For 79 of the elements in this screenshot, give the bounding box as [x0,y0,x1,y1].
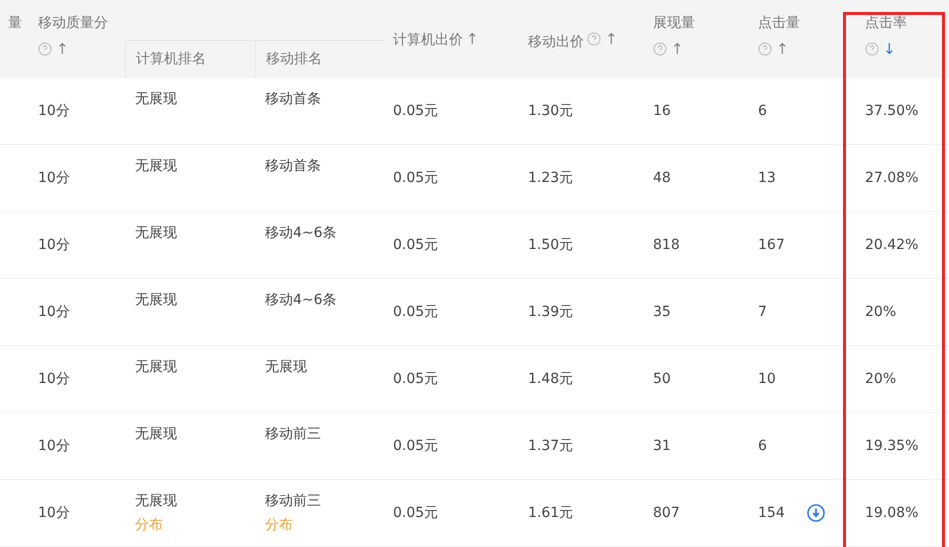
sort-button[interactable]: ↑ [671,40,684,58]
table-cell: 10 [758,371,776,387]
table-cell: 16 [653,103,671,119]
table-cell: 无展现 [135,157,177,175]
table-cell: 1.48元 [528,370,574,388]
table-cell: 20% [865,371,896,387]
table-cell: 0.05元 [393,437,438,455]
table-cell: 19.35% [865,438,918,454]
table-cell: 7 [758,304,767,320]
table-cell: 移动首条 [265,90,321,108]
help-icon[interactable] [587,32,601,46]
sort-button[interactable]: ↓ [883,40,896,58]
table-cell: 154 [758,505,785,521]
table-cell: 6 [758,103,767,119]
table-cell: 0.05元 [393,236,438,254]
table-cell: 1.30元 [528,102,574,120]
table-cell: 0.05元 [393,504,438,522]
help-icon[interactable] [758,42,772,56]
table-cell: 10分 [38,437,70,455]
table-cell: 无展现 [135,291,177,309]
table-cell: 27.08% [865,170,918,186]
column-header: 展现量 [653,14,696,32]
table-cell: 无展现 [135,358,177,376]
table-cell: 37.50% [865,103,918,119]
help-icon[interactable] [653,42,667,56]
table-cell: 无展现 [135,90,177,108]
table-cell: 19.08% [865,505,918,521]
table-cell: 35 [653,304,671,320]
table-cell: 167 [758,237,785,253]
download-icon[interactable] [806,504,825,522]
table-cell: 1.37元 [528,437,574,455]
column-header: 点击量 [758,14,801,32]
table-cell: 10分 [38,102,70,120]
table-cell: 无展现 [135,492,177,510]
table-cell: 10分 [38,236,70,254]
column-header: 点击率 [865,14,908,32]
table-cell: 1.23元 [528,169,574,187]
column-header: 移动排名 [255,41,385,78]
table-cell: 1.61元 [528,504,574,522]
distribution-link[interactable]: 分布 [265,516,293,534]
table-cell: 移动4~6条 [265,291,337,309]
table-cell: 1.39元 [528,303,574,321]
table-cell: 10分 [38,169,70,187]
table-cell: 10分 [38,303,70,321]
table-cell: 0.05元 [393,169,438,187]
table-cell: 1.50元 [528,236,574,254]
table-cell: 6 [758,438,767,454]
table-cell: 0.05元 [393,102,438,120]
column-header: 计算机排名 [125,41,255,78]
table-cell: 移动首条 [265,157,321,175]
table-cell: 13 [758,170,776,186]
table-cell: 10分 [38,370,70,388]
sort-button[interactable]: ↑ [466,30,479,48]
table-cell: 无展现 [135,425,177,443]
help-icon[interactable] [865,42,879,56]
table-cell: 移动前三 [265,492,321,510]
column-header: 移动质量分 [38,14,109,32]
table-cell: 807 [653,505,680,521]
table-cell: 48 [653,170,671,186]
column-header: 计算机出价 [393,32,463,48]
table-cell: 10分 [38,504,70,522]
table-cell: 20% [865,304,896,320]
table-cell: 50 [653,371,671,387]
sort-button[interactable]: ↑ [56,40,69,58]
column-header: 移动出价 [528,34,584,50]
table-cell: 0.05元 [393,303,438,321]
table-cell: 0.05元 [393,370,438,388]
sort-button[interactable]: ↑ [605,30,618,48]
table-cell: 818 [653,237,680,253]
column-header: 量 [8,14,23,32]
table-cell: 无展现 [135,224,177,242]
table-cell: 移动前三 [265,425,321,443]
sort-button[interactable]: ↑ [776,40,789,58]
help-icon[interactable] [38,42,52,56]
table-cell: 20.42% [865,237,918,253]
table-cell: 无展现 [265,358,307,376]
table-cell: 31 [653,438,671,454]
table-cell: 移动4~6条 [265,224,337,242]
distribution-link[interactable]: 分布 [135,516,163,534]
